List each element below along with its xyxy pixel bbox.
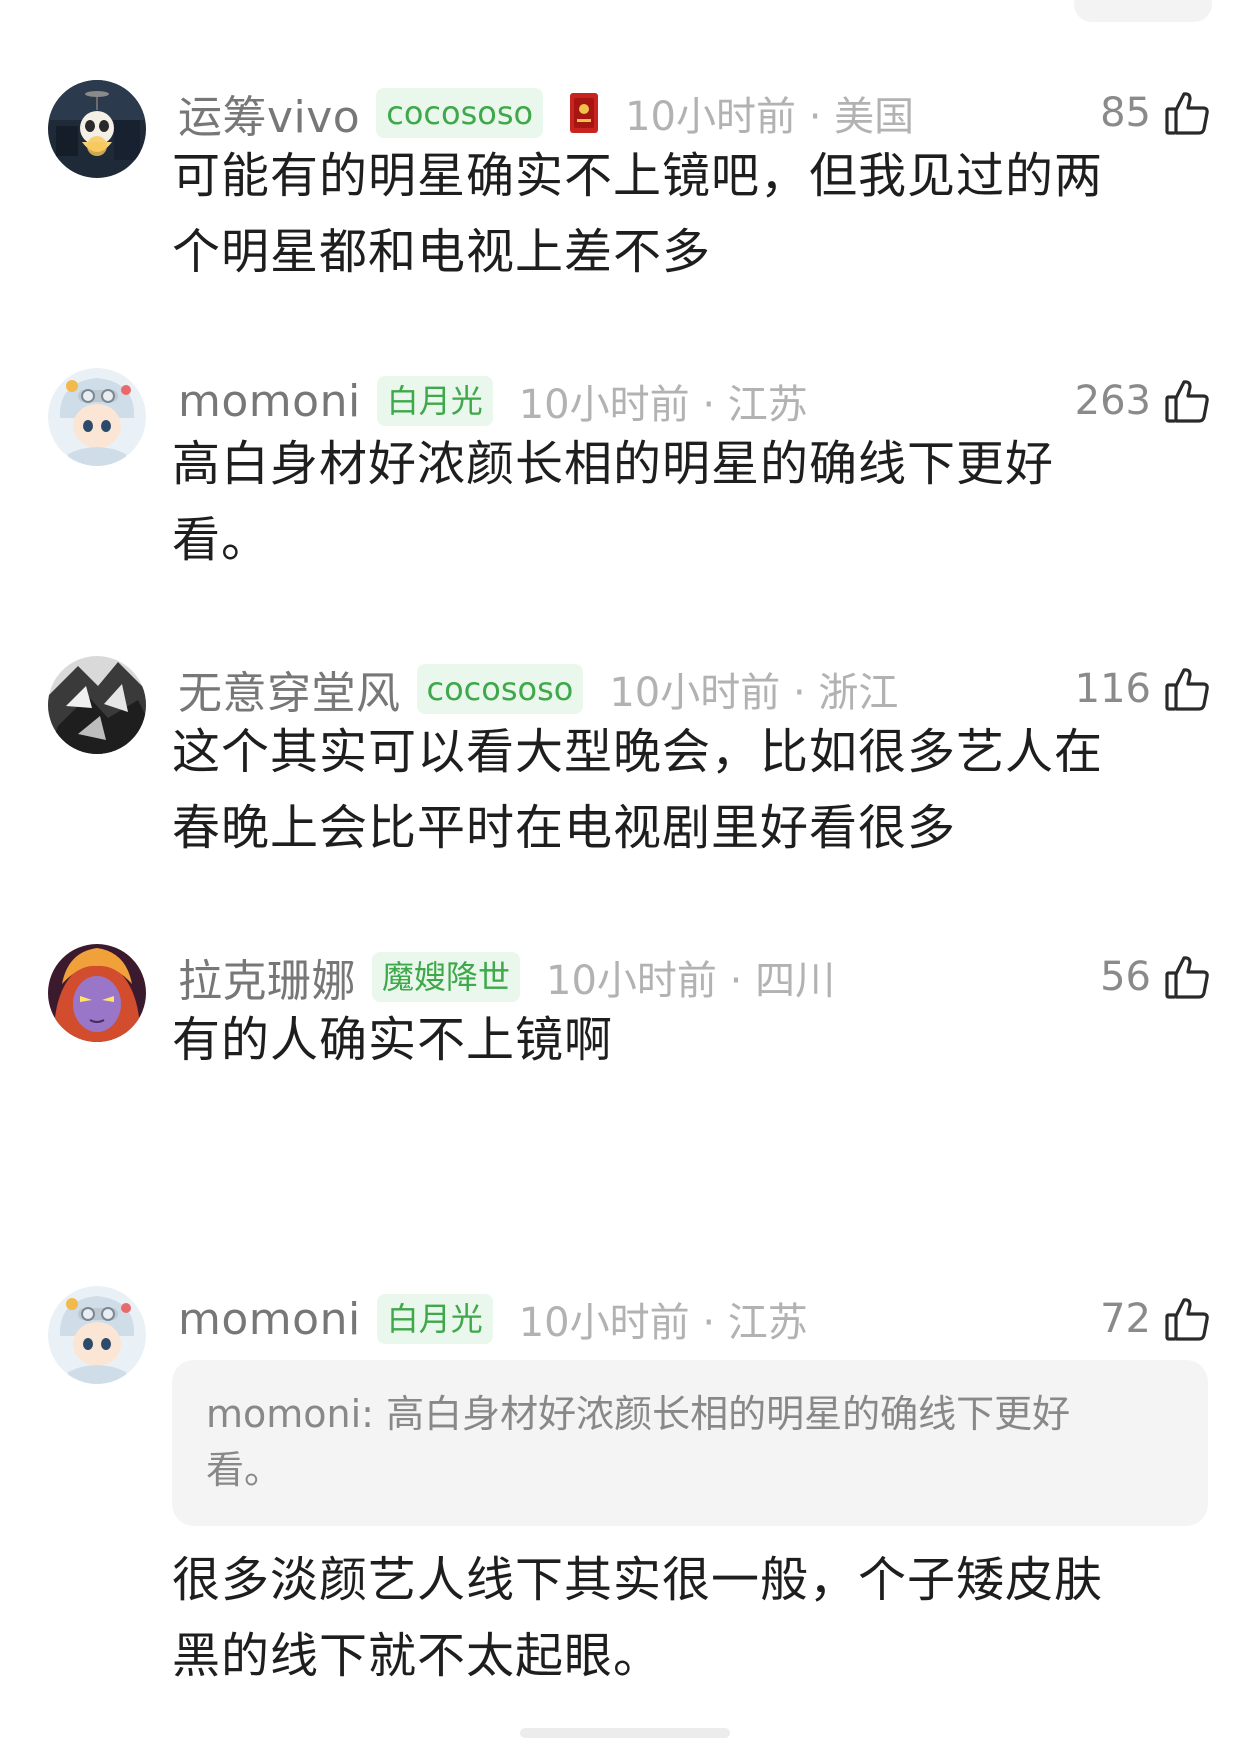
fan-badge[interactable]: cocososo <box>416 664 584 714</box>
meta-separator: · <box>702 382 728 428</box>
username[interactable]: momoni <box>178 1294 361 1345</box>
location: 江苏 <box>727 1300 808 1346</box>
red-card-medal-icon <box>569 92 599 134</box>
meta-separator: · <box>792 670 819 716</box>
comment-text: 高白身材好浓颜长相的明星的确线下更好 看。 <box>172 426 1172 578</box>
fan-badge[interactable]: 白月光 <box>376 376 493 426</box>
meta-separator: · <box>702 1300 728 1346</box>
timestamp: 10小时前 <box>518 382 690 428</box>
comment-text: 这个其实可以看大型晚会，比如很多艺人在 春晚上会比平时在电视剧里好看很多 <box>172 714 1172 866</box>
location: 浙江 <box>818 670 899 716</box>
quoted-reply[interactable]: momoni: 高白身材好浓颜长相的明星的确线下更好 看。 <box>172 1360 1208 1526</box>
location: 四川 <box>755 958 836 1004</box>
thumbs-up-icon[interactable] <box>1163 377 1211 425</box>
comment-header: 运筹vivo cocososo 10小时前 · 美国 <box>178 80 1219 146</box>
thumbs-up-icon[interactable] <box>1163 89 1211 137</box>
fan-badge[interactable]: cocososo <box>376 88 544 138</box>
like-button[interactable]: 85 <box>1100 80 1211 146</box>
like-count: 56 <box>1100 954 1151 1000</box>
location: 美国 <box>834 94 915 140</box>
comment-text: 可能有的明星确实不上镜吧，但我见过的两 个明星都和电视上差不多 <box>172 138 1172 290</box>
home-indicator[interactable] <box>520 1728 730 1738</box>
quote-line: momoni: 高白身材好浓颜长相的明星的确线下更好 <box>206 1386 1176 1442</box>
like-count: 85 <box>1100 90 1151 136</box>
comment-header: 拉克珊娜 魔嫂降世 10小时前 · 四川 <box>178 944 1219 1010</box>
comment-line: 春晚上会比平时在电视剧里好看很多 <box>172 800 957 856</box>
comment-header: momoni 白月光 10小时前 · 江苏 <box>178 368 1219 434</box>
thumbs-up-icon[interactable] <box>1163 953 1211 1001</box>
comment-line: 看。 <box>172 512 271 568</box>
top-tab-pill[interactable] <box>1074 0 1212 22</box>
timestamp: 10小时前 <box>609 670 781 716</box>
username[interactable]: 无意穿堂风 <box>178 657 401 721</box>
comment-line: 有的人确实不上镜啊 <box>172 1012 614 1068</box>
avatar[interactable] <box>48 1286 146 1384</box>
like-button[interactable]: 263 <box>1075 368 1211 434</box>
like-count: 72 <box>1100 1296 1151 1342</box>
comment-line: 很多淡颜艺人线下其实很一般，个子矮皮肤 <box>172 1552 1104 1608</box>
location: 江苏 <box>727 382 808 428</box>
quote-user: momoni: <box>206 1392 374 1436</box>
comment-line: 这个其实可以看大型晚会，比如很多艺人在 <box>172 724 1104 780</box>
comment-meta: 10小时前 · 四川 <box>546 948 835 1006</box>
fan-badge[interactable]: 白月光 <box>376 1294 493 1344</box>
comment-line: 黑的线下就不太起眼。 <box>172 1628 663 1684</box>
like-count: 116 <box>1074 666 1151 712</box>
username[interactable]: momoni <box>178 376 361 427</box>
comment-text: 很多淡颜艺人线下其实很一般，个子矮皮肤 黑的线下就不太起眼。 <box>172 1542 1172 1694</box>
quote-line: 看。 <box>206 1448 283 1492</box>
username[interactable]: 运筹vivo <box>178 81 360 145</box>
comment-text: 有的人确实不上镜啊 <box>172 1002 1172 1078</box>
avatar[interactable] <box>48 656 146 754</box>
meta-separator: · <box>808 94 835 140</box>
comment-line: 可能有的明星确实不上镜吧，但我见过的两 <box>172 148 1104 204</box>
thumbs-up-icon[interactable] <box>1163 1295 1211 1343</box>
timestamp: 10小时前 <box>546 958 717 1004</box>
thumbs-up-icon[interactable] <box>1163 665 1211 713</box>
like-count: 263 <box>1074 378 1151 424</box>
avatar[interactable] <box>48 368 146 466</box>
fan-badge[interactable]: 魔嫂降世 <box>372 952 521 1002</box>
comment-meta: 10小时前 · 江苏 <box>519 372 808 430</box>
comment-header: 无意穿堂风 cocososo 10小时前 · 浙江 <box>178 656 1219 722</box>
username[interactable]: 拉克珊娜 <box>178 945 356 1009</box>
meta-separator: · <box>729 958 756 1004</box>
avatar[interactable] <box>48 944 146 1042</box>
quote-text: 高白身材好浓颜长相的明星的确线下更好 <box>386 1392 1071 1436</box>
comment-meta: 10小时前 · 美国 <box>625 84 914 142</box>
comment-meta: 10小时前 · 江苏 <box>519 1290 808 1348</box>
timestamp: 10小时前 <box>518 1300 690 1346</box>
comment-line: 个明星都和电视上差不多 <box>172 224 712 280</box>
timestamp: 10小时前 <box>625 94 796 140</box>
avatar[interactable] <box>48 80 146 178</box>
like-button[interactable]: 72 <box>1100 1286 1211 1352</box>
comment-header: momoni 白月光 10小时前 · 江苏 <box>178 1286 1219 1352</box>
like-button[interactable]: 56 <box>1100 944 1211 1010</box>
comment-line: 高白身材好浓颜长相的明星的确线下更好 <box>172 436 1055 492</box>
comment-meta: 10小时前 · 浙江 <box>609 660 898 718</box>
like-button[interactable]: 116 <box>1075 656 1211 722</box>
